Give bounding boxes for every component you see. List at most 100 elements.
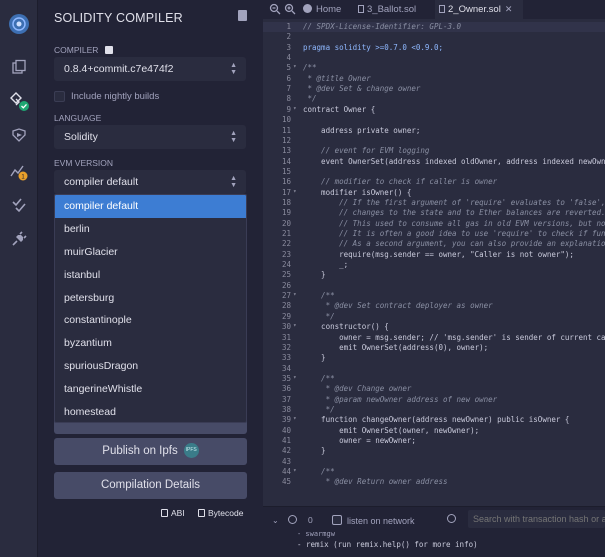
evm-option[interactable]: muirGlacier: [55, 241, 246, 264]
code-line[interactable]: 14 event OwnerSet(address indexed oldOwn…: [263, 157, 605, 167]
unit-test-icon[interactable]: [0, 190, 38, 220]
code-line[interactable]: 12: [263, 136, 605, 146]
line-number: 39: [281, 415, 291, 425]
code-line[interactable]: 36 * @dev Change owner: [263, 384, 605, 394]
fold-toggle-icon[interactable]: ▾: [293, 467, 299, 474]
code-line[interactable]: 20 // This used to consume all gas in ol…: [263, 219, 605, 229]
code-line[interactable]: 8 */: [263, 94, 605, 104]
evm-version-select[interactable]: compiler default ▲ ▼: [54, 170, 246, 194]
file-explorer-icon[interactable]: [0, 52, 38, 82]
evm-version-dropdown[interactable]: compiler default berlin muirGlacier ista…: [54, 194, 247, 423]
tab-ballot[interactable]: 3_Ballot.sol: [358, 0, 416, 19]
code-line[interactable]: 27 ▾ /**: [263, 291, 605, 301]
code-line[interactable]: 43: [263, 457, 605, 467]
evm-option[interactable]: compiler default: [55, 195, 246, 218]
code-text: */: [303, 94, 317, 104]
code-line[interactable]: 28 * @dev Set contract deployer as owner: [263, 301, 605, 311]
code-line[interactable]: 45 * @dev Return owner address: [263, 477, 605, 487]
code-editor[interactable]: 1 // SPDX-License-Identifier: GPL-3.0 2 3 pr…: [263, 19, 605, 506]
compilation-details-button[interactable]: Compilation Details: [54, 472, 247, 499]
evm-option[interactable]: tangerineWhistle: [55, 378, 246, 401]
line-number: 45: [281, 477, 291, 487]
fold-toggle-icon[interactable]: ▾: [293, 63, 299, 70]
code-line[interactable]: 18 // If the first argument of 'require'…: [263, 198, 605, 208]
plugin-manager-icon[interactable]: [0, 224, 38, 254]
clear-console-icon[interactable]: [288, 515, 297, 524]
code-line[interactable]: 13 // event for EVM logging: [263, 146, 605, 156]
code-line[interactable]: 39 ▾ function changeOwner(address newOwne…: [263, 415, 605, 425]
tab-owner[interactable]: 2_Owner.sol ✕: [435, 0, 523, 19]
zoom-in-icon[interactable]: [284, 3, 296, 15]
evm-option[interactable]: istanbul: [55, 264, 246, 287]
code-line[interactable]: 29 */: [263, 312, 605, 322]
language-select[interactable]: Solidity ▲ ▼: [54, 125, 246, 149]
transaction-search-input[interactable]: [468, 510, 605, 528]
code-line[interactable]: 1 // SPDX-License-Identifier: GPL-3.0: [263, 22, 605, 32]
code-line[interactable]: 16 // modifier to check if caller is own…: [263, 177, 605, 187]
evm-option[interactable]: petersburg: [55, 287, 246, 310]
code-line[interactable]: 35 ▾ /**: [263, 374, 605, 384]
code-line[interactable]: 31 owner = msg.sender; // 'msg.sender' i…: [263, 333, 605, 343]
fold-toggle-icon[interactable]: ▾: [293, 291, 299, 298]
code-line[interactable]: 24 _;: [263, 260, 605, 270]
code-line[interactable]: 5 ▾ /**: [263, 63, 605, 73]
add-compiler-icon[interactable]: [104, 46, 113, 54]
nightly-builds-checkbox[interactable]: [54, 91, 65, 102]
evm-option[interactable]: berlin: [55, 218, 246, 241]
fold-toggle-icon[interactable]: ▾: [293, 415, 299, 422]
code-line[interactable]: 15: [263, 167, 605, 177]
line-number: 20: [281, 218, 291, 228]
code-line[interactable]: 11 address private owner;: [263, 126, 605, 136]
publish-ipfs-button[interactable]: Publish on Ipfs IPFS: [54, 438, 247, 465]
code-line[interactable]: 3 pragma solidity >=0.7.0 <0.9.0;: [263, 43, 605, 53]
line-number: 10: [281, 115, 291, 125]
code-line[interactable]: 7 * @dev Set & change owner: [263, 84, 605, 94]
fold-toggle-icon[interactable]: ▾: [293, 188, 299, 195]
evm-option[interactable]: byzantium: [55, 332, 246, 355]
code-line[interactable]: 23 require(msg.sender == owner, "Caller …: [263, 250, 605, 260]
code-line[interactable]: 37 * @param newOwner address of new owne…: [263, 395, 605, 405]
collapse-terminal-icon[interactable]: ⌄: [272, 516, 279, 525]
copy-abi-button[interactable]: ABI: [161, 508, 185, 518]
copy-bytecode-button[interactable]: Bytecode: [198, 508, 243, 518]
code-line[interactable]: 44 ▾ /**: [263, 467, 605, 477]
listen-network-checkbox[interactable]: [332, 515, 342, 525]
evm-option[interactable]: spuriousDragon: [55, 355, 246, 378]
code-line[interactable]: 40 emit OwnerSet(owner, newOwner);: [263, 426, 605, 436]
code-line[interactable]: 21 // It is often a good idea to use 're…: [263, 229, 605, 239]
code-line[interactable]: 25 }: [263, 270, 605, 280]
close-tab-icon[interactable]: ✕: [505, 4, 513, 14]
code-line[interactable]: 22 // As a second argument, you can also…: [263, 239, 605, 249]
code-line[interactable]: 38 */: [263, 405, 605, 415]
line-number: 41: [281, 436, 291, 445]
fold-toggle-icon[interactable]: ▾: [293, 105, 299, 112]
fold-toggle-icon[interactable]: ▾: [293, 374, 299, 381]
analysis-icon[interactable]: 1: [0, 156, 38, 186]
code-line[interactable]: 41 owner = newOwner;: [263, 436, 605, 446]
documentation-icon[interactable]: [238, 10, 247, 21]
bytecode-label: Bytecode: [208, 508, 244, 518]
code-line[interactable]: 9 ▾ contract Owner {: [263, 105, 605, 115]
zoom-out-icon[interactable]: [269, 3, 281, 15]
code-line[interactable]: 33 }: [263, 353, 605, 363]
code-line[interactable]: 10: [263, 115, 605, 125]
code-line[interactable]: 2: [263, 32, 605, 42]
code-line[interactable]: 19 // changes to the state and to Ether …: [263, 208, 605, 218]
compiler-version-select[interactable]: 0.8.4+commit.c7e474f2 ▲ ▼: [54, 57, 246, 81]
code-line[interactable]: 26: [263, 281, 605, 291]
evm-option[interactable]: homestead: [55, 401, 246, 422]
code-line[interactable]: 32 emit OwnerSet(address(0), owner);: [263, 343, 605, 353]
fold-toggle-icon[interactable]: ▾: [293, 322, 299, 329]
code-line[interactable]: 6 * @title Owner: [263, 74, 605, 84]
evm-option[interactable]: constantinople: [55, 309, 246, 332]
line-number: 2: [286, 32, 291, 42]
tab-home[interactable]: Home: [299, 0, 341, 19]
code-line[interactable]: 34: [263, 364, 605, 374]
code-line[interactable]: 42 }: [263, 446, 605, 456]
code-line[interactable]: 30 ▾ constructor() {: [263, 322, 605, 332]
code-line[interactable]: 17 ▾ modifier isOwner() {: [263, 188, 605, 198]
solidity-compiler-icon[interactable]: [0, 86, 38, 116]
deploy-run-icon[interactable]: [0, 120, 38, 150]
remix-logo-icon[interactable]: [0, 6, 38, 42]
code-line[interactable]: 4: [263, 53, 605, 63]
